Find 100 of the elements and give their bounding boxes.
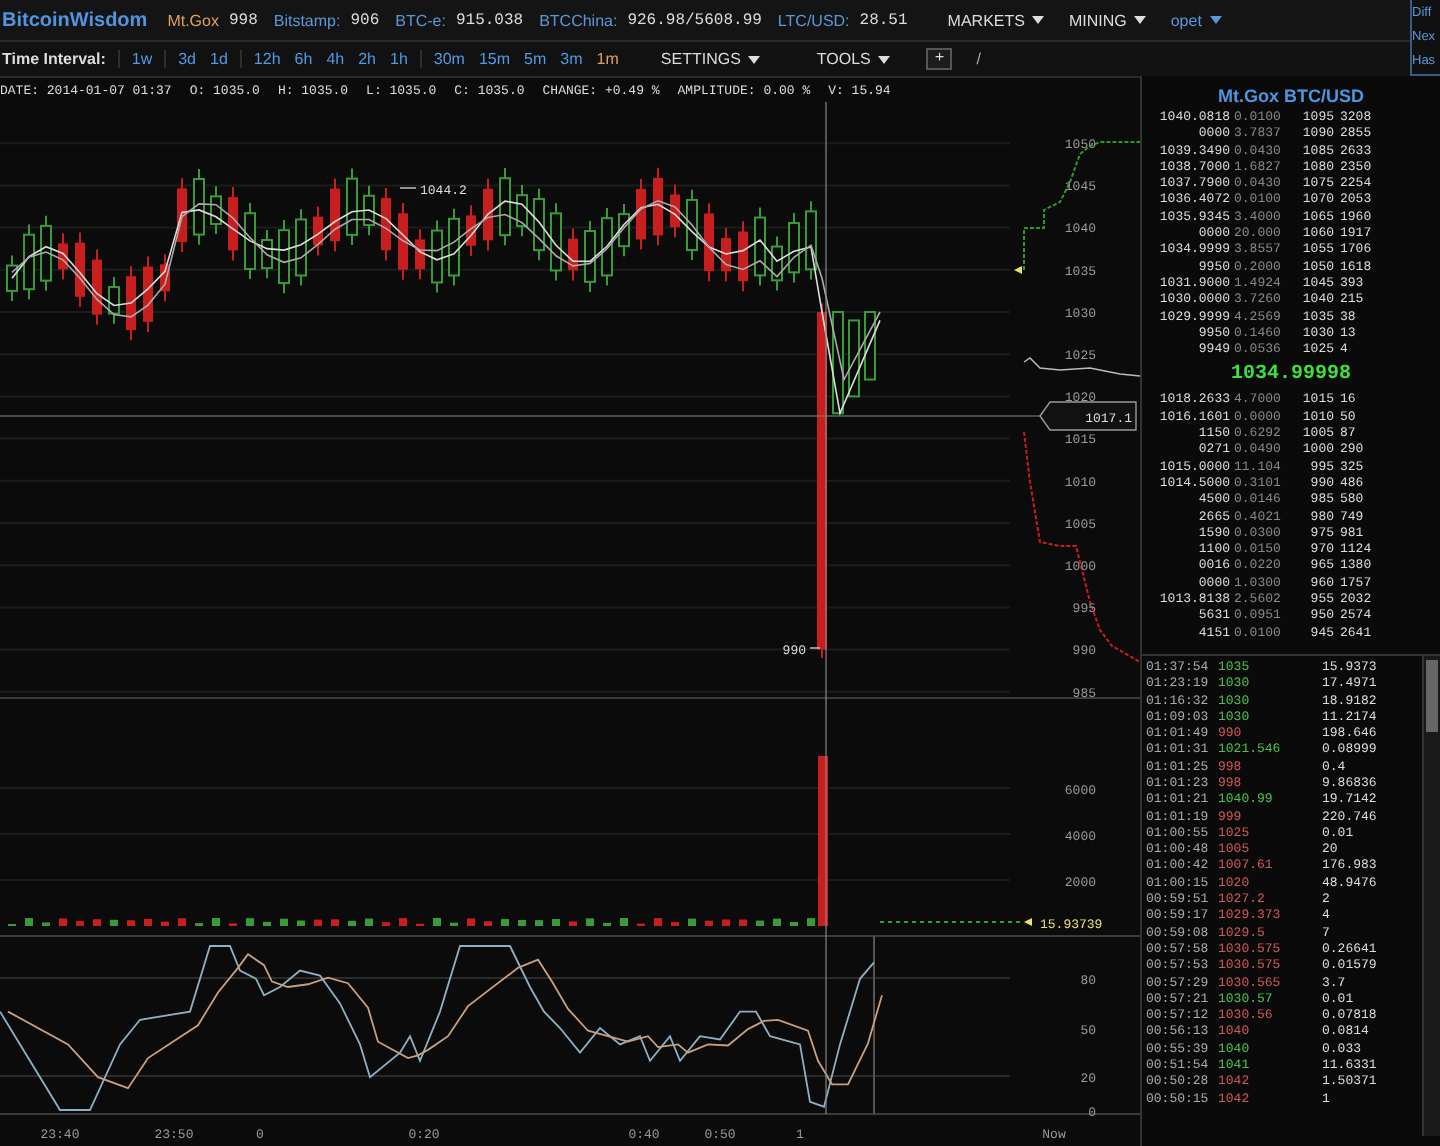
interval-tab[interactable]: 30m — [433, 50, 465, 68]
volume-bar — [773, 918, 781, 926]
marker-icon — [1014, 266, 1022, 274]
interval-tab[interactable]: 4h — [326, 50, 345, 68]
interval-tab[interactable]: 3m — [560, 50, 583, 68]
ticker-label[interactable]: BTCChina: — [539, 11, 618, 29]
candle — [228, 186, 238, 262]
candle — [244, 202, 256, 281]
interval-tab[interactable]: 2h — [358, 50, 376, 68]
ticker-label[interactable]: Bitstamp: — [273, 11, 341, 29]
marker-icon — [1024, 918, 1032, 926]
candle — [313, 205, 323, 257]
volume-bar — [518, 920, 526, 926]
volume-bar — [484, 921, 492, 926]
candle — [550, 202, 562, 282]
scrollbar-thumb[interactable] — [1426, 659, 1438, 732]
candle — [805, 200, 817, 281]
candle — [771, 235, 783, 292]
interval-tab[interactable]: 12h — [253, 50, 281, 68]
menu-dropdown[interactable]: TOOLS — [816, 50, 891, 68]
candle — [278, 219, 290, 295]
candle — [398, 202, 408, 281]
ticker-label[interactable]: LTC/USD: — [777, 11, 850, 29]
menu-dropdown[interactable]: MINING — [1068, 11, 1147, 29]
candle — [601, 207, 613, 287]
menu-dropdown[interactable]: opet — [1170, 11, 1222, 29]
interval-tab[interactable]: 6h — [294, 50, 313, 68]
interval-tab[interactable]: 1h — [390, 50, 408, 68]
interval-tab[interactable]: 1m — [596, 50, 619, 68]
volume-bar — [433, 918, 441, 926]
interval-label: Time Interval: — [2, 50, 106, 68]
volume-bar — [93, 919, 101, 926]
volume-bar — [365, 918, 373, 926]
candle — [568, 227, 578, 282]
candle — [330, 177, 340, 253]
volume-bar — [535, 920, 543, 926]
candle — [704, 202, 714, 283]
candle — [636, 177, 646, 251]
brand-logo[interactable]: BitcoinWisdom — [2, 9, 148, 31]
candle — [848, 319, 860, 398]
interval-tab[interactable]: 1w — [131, 50, 153, 68]
caret-icon — [748, 55, 761, 63]
menu-dropdown[interactable]: MARKETS — [947, 11, 1045, 29]
candle — [210, 185, 222, 236]
interval-tab[interactable]: 5m — [524, 50, 547, 68]
candle — [363, 184, 375, 237]
candle — [23, 223, 35, 301]
candle — [483, 177, 493, 252]
candle — [618, 202, 630, 258]
candle — [832, 311, 844, 415]
candle — [381, 186, 391, 262]
interval-tab[interactable]: 15m — [478, 50, 511, 68]
volume-bar — [280, 918, 288, 926]
volume-bar — [552, 918, 560, 926]
volume-bar — [722, 919, 730, 926]
volume-bar — [76, 921, 84, 926]
volume-bar — [501, 919, 509, 926]
candle — [40, 214, 52, 292]
ticker-value: 915.038 — [455, 11, 524, 29]
volume-bar — [297, 920, 305, 926]
ticker-value: 926.98/5608.99 — [627, 11, 762, 29]
candle — [431, 219, 443, 294]
volume-bar — [314, 919, 322, 926]
interval-tab[interactable]: 1d — [210, 50, 228, 68]
candle — [686, 188, 698, 262]
candle — [754, 206, 766, 287]
candle — [533, 187, 545, 262]
scrollbar[interactable] — [1422, 655, 1440, 1136]
candle — [58, 232, 68, 281]
volume-bar — [399, 918, 407, 926]
interval-tab[interactable]: 3d — [178, 50, 197, 68]
candle — [448, 207, 460, 287]
menu-dropdown[interactable]: SETTINGS — [660, 50, 761, 68]
candle — [670, 183, 680, 239]
candle — [346, 167, 358, 246]
leader-line — [399, 187, 417, 189]
volume-bar — [178, 918, 186, 926]
candle — [6, 254, 18, 303]
add-button[interactable]: + — [926, 48, 953, 70]
volume-bar — [161, 921, 169, 926]
candle — [193, 167, 205, 246]
caret-icon — [1209, 16, 1222, 24]
candle — [160, 253, 170, 303]
volume-bar — [807, 918, 815, 926]
caret-icon — [1134, 16, 1147, 24]
volume-bar — [348, 920, 356, 926]
ticker-label[interactable]: BTC-e: — [395, 11, 446, 29]
volume-bar — [110, 919, 118, 926]
candle — [415, 228, 425, 281]
ticker-label[interactable]: Mt.Gox — [167, 11, 219, 29]
volume-bar — [212, 918, 220, 926]
candle — [143, 255, 153, 333]
line-tool[interactable]: / — [976, 50, 981, 68]
ticker-value: 906 — [350, 11, 380, 29]
volume-bar — [263, 921, 271, 926]
candle — [108, 275, 120, 325]
volume-bar — [620, 918, 628, 926]
candle — [788, 211, 800, 284]
leader-line — [809, 647, 821, 649]
candle — [499, 167, 511, 247]
